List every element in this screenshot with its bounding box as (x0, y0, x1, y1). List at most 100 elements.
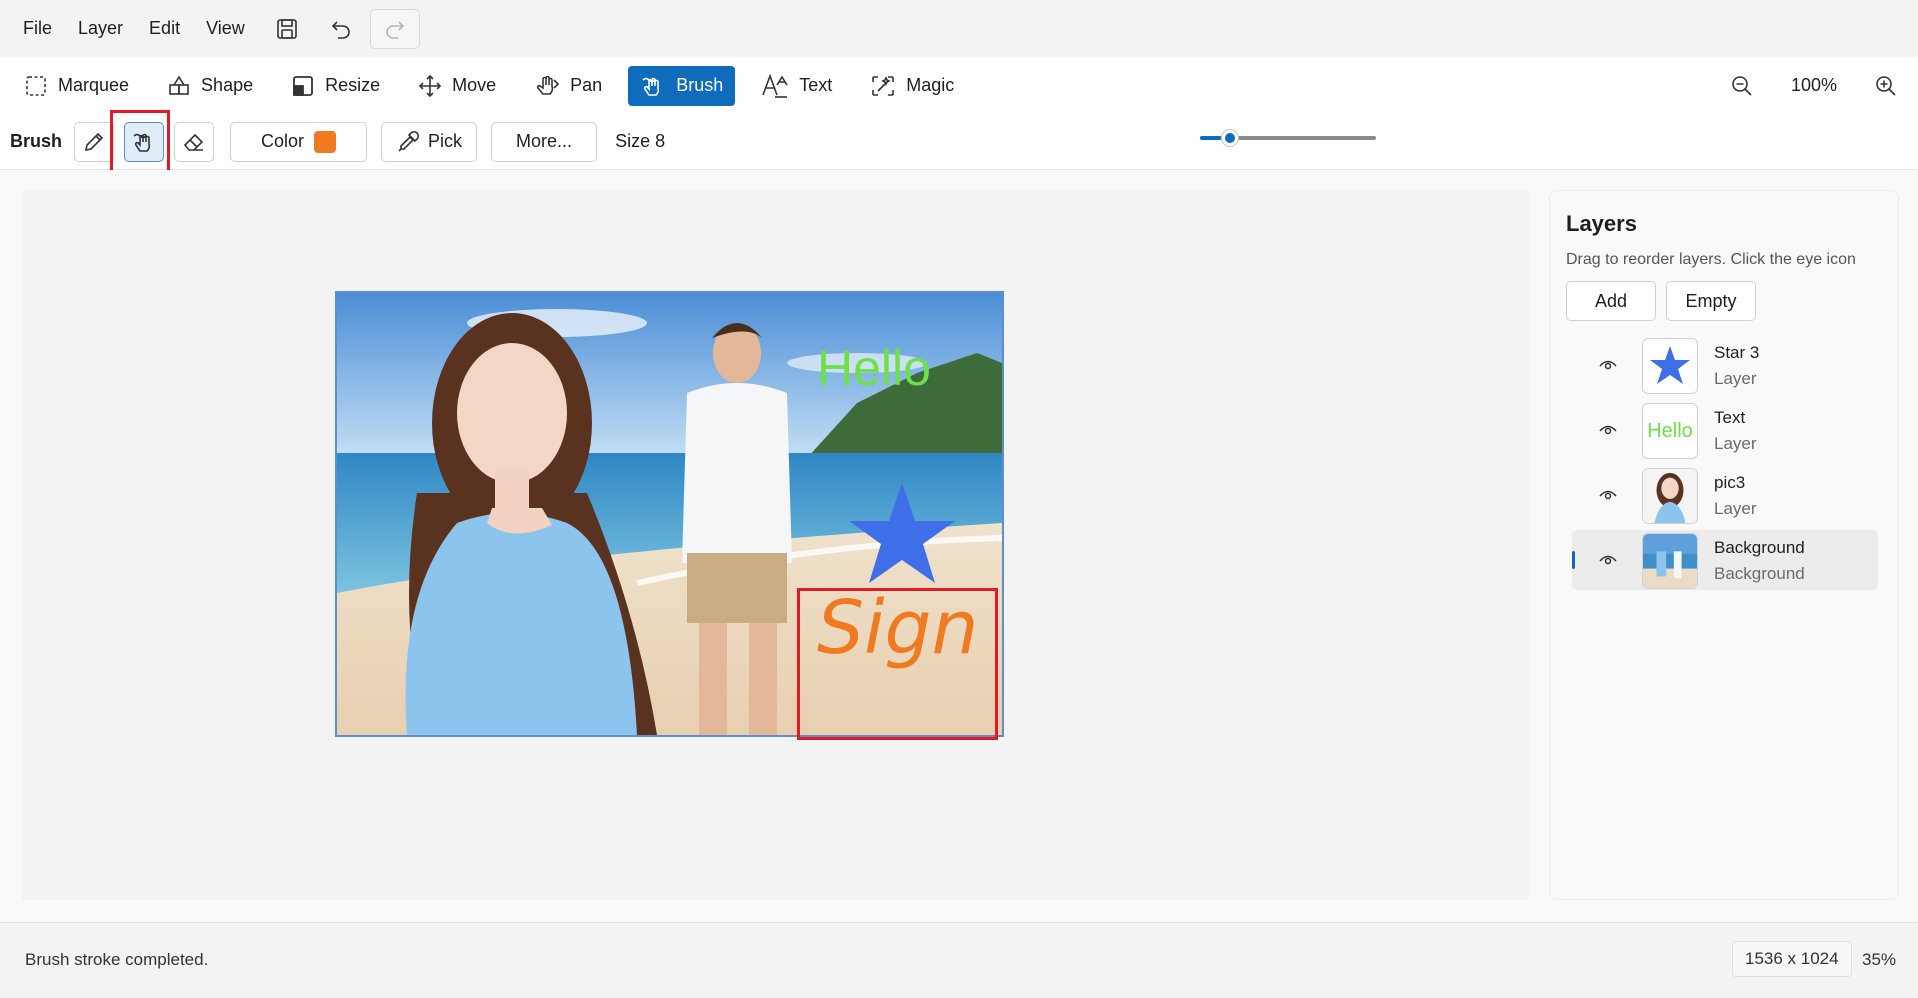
empty-label: Empty (1685, 290, 1737, 311)
add-layer-button[interactable]: Add (1566, 281, 1656, 321)
tool-marquee[interactable]: Marquee (12, 66, 141, 106)
size-slider[interactable] (1200, 129, 1376, 147)
pencil-button[interactable] (74, 121, 115, 162)
workspace: Hello Sign Layers Drag to reorder layers… (0, 170, 1918, 922)
color-swatch (314, 130, 337, 153)
zoom-out-icon (1732, 75, 1752, 96)
pan-icon (537, 75, 560, 95)
add-label: Add (1594, 290, 1628, 311)
more-label: More... (516, 131, 573, 151)
layers-hint: Drag to reorder layers. Click the eye ic… (1566, 251, 1856, 268)
layer-type: Layer (1714, 369, 1757, 388)
save-icon (276, 18, 297, 39)
redo-button[interactable] (369, 8, 420, 49)
menu-layer[interactable]: Layer (65, 12, 136, 45)
zoom-in-icon (1876, 75, 1896, 96)
layer-row-pic3[interactable]: pic3 Layer (1572, 465, 1878, 525)
tool-label: Magic (906, 75, 955, 95)
brush-icon (642, 77, 660, 96)
pick-button[interactable]: Pick (381, 121, 478, 162)
tool-label: Brush (676, 75, 724, 95)
tool-brush[interactable]: Brush (628, 65, 736, 106)
undo-button[interactable] (316, 8, 366, 50)
tool-resize[interactable]: Resize (279, 66, 392, 106)
tool-magic[interactable]: Magic (858, 66, 966, 106)
layer-name: Star 3 (1714, 343, 1760, 362)
tool-label: Resize (325, 75, 381, 95)
more-button[interactable]: More... (491, 121, 598, 162)
tool-label: Move (452, 75, 497, 95)
eye-icon[interactable] (1598, 550, 1618, 575)
zoom-controls: 100% (1720, 57, 1908, 114)
layer-row-text[interactable]: Hello Text Layer (1572, 400, 1878, 460)
eraser-icon (183, 133, 204, 151)
zoom-out-button[interactable] (1720, 66, 1764, 106)
layer-name: Text (1714, 408, 1746, 427)
layer-name: Background (1714, 538, 1805, 557)
sign-stroke: Sign (817, 585, 978, 671)
pencil-icon (84, 132, 104, 151)
layer-row-background[interactable]: Background Background (1572, 530, 1878, 590)
zoom-in-button[interactable] (1864, 66, 1908, 106)
save-button[interactable] (262, 8, 312, 50)
tool-pan[interactable]: Pan (522, 66, 614, 106)
brush-mode-button[interactable] (124, 121, 165, 162)
options-label: Brush (10, 131, 63, 151)
zoom-level: 100% (1790, 75, 1838, 95)
slider-fill (1200, 136, 1221, 140)
resize-icon (293, 75, 314, 96)
size-label: Size 8 (615, 131, 666, 151)
canvas-image[interactable]: Hello Sign (335, 291, 1004, 737)
slider-thumb[interactable] (1221, 129, 1239, 147)
shape-icon (169, 74, 189, 95)
menu-bar: File Layer Edit View (0, 0, 1918, 57)
tool-bar: Marquee Shape Resize Move Pan Brush Text… (0, 57, 1918, 114)
layer-row-star-3[interactable]: Star 3 Layer (1572, 335, 1878, 395)
color-label: Color (261, 131, 305, 151)
hello-text: Hello (817, 340, 931, 396)
tool-label: Pan (570, 75, 603, 95)
marquee-icon (26, 75, 46, 96)
brush-options-bar: Brush Color Pick More... Size 8 (0, 114, 1918, 170)
tool-move[interactable]: Move (406, 66, 508, 106)
menu-view[interactable]: View (193, 12, 258, 45)
eye-icon[interactable] (1598, 485, 1618, 510)
eye-icon[interactable] (1598, 420, 1618, 445)
layer-type: Layer (1714, 499, 1757, 518)
tool-shape[interactable]: Shape (155, 66, 265, 106)
tool-label: Shape (201, 75, 254, 95)
status-message: Brush stroke completed. (25, 950, 209, 969)
undo-icon (331, 20, 350, 39)
magic-icon (872, 75, 895, 96)
menu-file[interactable]: File (10, 12, 65, 45)
empty-layer-button[interactable]: Empty (1666, 281, 1756, 321)
layer-thumbnail (1642, 468, 1698, 524)
layer-thumbnail (1642, 533, 1698, 589)
redo-icon (385, 20, 404, 39)
layer-thumbnail (1642, 338, 1698, 394)
beach-photo: Hello Sign (337, 293, 1002, 735)
brush-icon (133, 133, 151, 152)
layer-thumb-text: Hello (1647, 419, 1693, 442)
layer-type: Layer (1714, 434, 1757, 453)
menu-edit[interactable]: Edit (136, 12, 193, 45)
selection-indicator (1572, 551, 1575, 569)
pick-label: Pick (428, 131, 463, 151)
layer-thumbnail: Hello (1642, 403, 1698, 459)
layers-title: Layers (1566, 211, 1637, 236)
eyedropper-icon (398, 130, 420, 152)
text-icon (762, 73, 788, 98)
tool-label: Marquee (58, 75, 130, 95)
tool-text[interactable]: Text (749, 66, 844, 106)
eraser-button[interactable] (174, 121, 215, 162)
tool-label: Text (799, 75, 833, 95)
canvas-area[interactable]: Hello Sign (22, 190, 1529, 900)
eye-icon[interactable] (1598, 355, 1618, 380)
color-button[interactable]: Color (230, 121, 368, 162)
move-icon (419, 74, 442, 97)
status-bar: Brush stroke completed. 1536 x 1024 35% (0, 922, 1918, 998)
status-zoom: 35% (1862, 950, 1897, 969)
layers-panel: Layers Drag to reorder layers. Click the… (1549, 190, 1899, 900)
layer-name: pic3 (1714, 473, 1746, 492)
image-dimensions: 1536 x 1024 (1732, 941, 1852, 977)
